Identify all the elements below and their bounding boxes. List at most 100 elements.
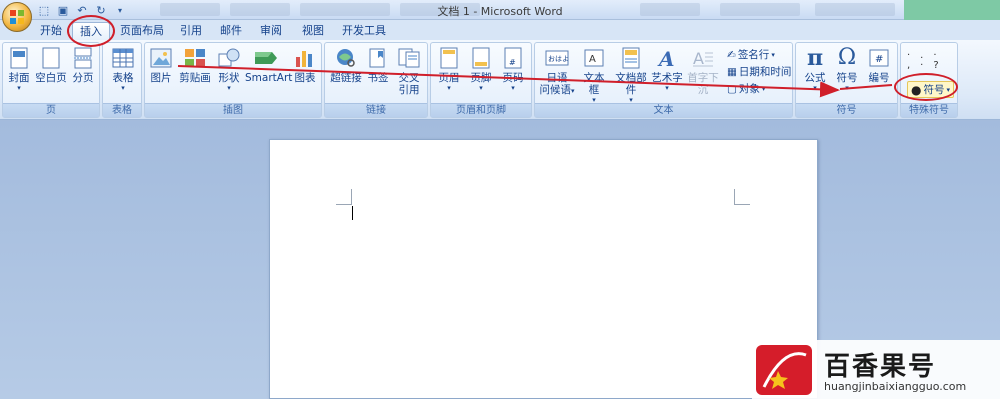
- watermark-logo-icon: [756, 345, 812, 395]
- text-cursor: [352, 206, 353, 220]
- window-title: 文档 1 - Microsoft Word: [437, 5, 563, 18]
- calendar-icon: ▦: [727, 65, 737, 78]
- group-text: おはよう 日语 问候语▾ A 文本框▾ 文档部件▾ A 艺术字▾ A 首字下沉 …: [534, 42, 793, 118]
- wordart-label: 艺术字: [651, 72, 683, 84]
- page-break-label: 分页: [72, 72, 94, 84]
- greeting-label-2: 问候语: [539, 84, 571, 96]
- drop-cap-button[interactable]: A 首字下沉: [683, 46, 723, 96]
- numbering-button[interactable]: # 编号: [864, 46, 894, 84]
- group-illustrations-label: 插图: [145, 103, 321, 117]
- bookmark-icon: [366, 46, 390, 70]
- greeting-button[interactable]: おはよう 日语 问候语▾: [537, 46, 577, 96]
- tab-view[interactable]: 视图: [296, 22, 330, 40]
- page-break-button[interactable]: 分页: [69, 46, 97, 84]
- date-time-button[interactable]: ▦ 日期和时间: [727, 64, 791, 79]
- svg-text:#: #: [875, 54, 883, 65]
- picture-button[interactable]: 图片: [148, 46, 174, 84]
- cross-reference-icon: [397, 46, 421, 70]
- title-bar: ⬚ ▣ ↶ ↻ ▾ 文档 1 - Microsoft Word: [0, 0, 1000, 20]
- svg-text:A: A: [589, 54, 596, 65]
- svg-text:#: #: [509, 58, 516, 67]
- ribbon-tabs: 开始 插入 页面布局 引用 邮件 审阅 视图 开发工具: [0, 20, 1000, 40]
- footer-button[interactable]: 页脚 ▾: [467, 46, 495, 92]
- drop-cap-label: 首字下沉: [687, 72, 719, 96]
- cover-page-button[interactable]: 封面 ▾: [5, 46, 33, 92]
- drop-cap-icon: A: [691, 46, 715, 70]
- blank-page-label: 空白页: [35, 72, 67, 84]
- group-symbols-label: 符号: [796, 103, 897, 117]
- page-number-label: 页码: [502, 72, 524, 84]
- chart-button[interactable]: 图表: [291, 46, 319, 84]
- blank-page-button[interactable]: 空白页: [35, 46, 67, 84]
- blank-page-icon: [39, 46, 63, 70]
- group-text-label: 文本: [535, 103, 792, 117]
- table-button[interactable]: 表格 ▾: [107, 46, 139, 92]
- symbol-button[interactable]: Ω 符号 ▾: [832, 45, 862, 93]
- crop-mark-right: [734, 189, 750, 205]
- clip-art-button[interactable]: 剪贴画: [178, 46, 212, 84]
- omega-icon: Ω: [837, 45, 857, 70]
- group-table: 表格 ▾ 表格: [102, 42, 142, 118]
- watermark-url: huangjinbaixiangguo.com: [824, 380, 967, 393]
- tab-home[interactable]: 开始: [34, 22, 68, 40]
- page-number-button[interactable]: # 页码 ▾: [499, 46, 527, 92]
- table-icon: [111, 46, 135, 70]
- object-button[interactable]: ▢ 对象 ▾: [727, 81, 765, 96]
- equation-label: 公式: [804, 72, 826, 84]
- cross-reference-button[interactable]: 交叉 引用: [393, 46, 425, 96]
- tab-references[interactable]: 引用: [174, 22, 208, 40]
- annotation-circle-symbol: [894, 73, 958, 101]
- quick-parts-icon: [619, 46, 643, 70]
- text-box-button[interactable]: A 文本框 ▾: [579, 46, 609, 104]
- bookmark-label: 书签: [367, 72, 389, 84]
- cover-page-icon: [7, 46, 31, 70]
- office-button[interactable]: [2, 2, 32, 32]
- greeting-icon: おはよう: [545, 46, 569, 70]
- hyperlink-button[interactable]: 超链接: [328, 46, 364, 84]
- crop-mark-left: [336, 189, 352, 205]
- header-icon: [437, 46, 461, 70]
- group-links: 超链接 书签 交叉 引用 链接: [324, 42, 428, 118]
- watermark: 百香果号 huangjinbaixiangguo.com: [752, 340, 1000, 399]
- signature-line-label: 签名行: [737, 49, 770, 61]
- date-time-label: 日期和时间: [738, 66, 792, 78]
- smartart-label: SmartArt: [245, 72, 293, 84]
- tab-review[interactable]: 审阅: [254, 22, 288, 40]
- cross-reference-label-2: 引用: [398, 84, 420, 96]
- group-symbols: π 公式 ▾ Ω 符号 ▾ # 编号 符号: [795, 42, 898, 118]
- object-icon: ▢: [727, 82, 737, 95]
- ribbon: 封面 ▾ 空白页 分页 页 表格 ▾ 表格 图片 剪贴画 形状 ▾ SmartA…: [0, 40, 1000, 120]
- bookmark-button[interactable]: 书签: [365, 46, 391, 84]
- header-button[interactable]: 页眉 ▾: [435, 46, 463, 92]
- numbering-icon: #: [867, 46, 891, 70]
- annotation-circle-insert-tab: [67, 15, 115, 47]
- tab-page-layout[interactable]: 页面布局: [116, 22, 168, 40]
- cross-reference-label-1: 交叉: [398, 72, 420, 84]
- smartart-button[interactable]: SmartArt: [245, 46, 292, 84]
- page-break-icon: [71, 46, 95, 70]
- chart-icon: [293, 46, 317, 70]
- svg-text:A: A: [657, 47, 675, 69]
- document-page[interactable]: [269, 139, 818, 399]
- signature-line-button[interactable]: ✍ 签名行 ▾: [727, 47, 775, 62]
- background-green-tab: [904, 0, 1000, 20]
- group-special-symbols-label: 特殊符号: [901, 103, 957, 117]
- group-table-label: 表格: [103, 103, 141, 117]
- group-links-label: 链接: [325, 103, 427, 117]
- quick-parts-button[interactable]: 文档部件 ▾: [611, 46, 651, 104]
- equation-button[interactable]: π 公式 ▾: [800, 46, 830, 92]
- tab-mailings[interactable]: 邮件: [214, 22, 248, 40]
- shapes-button[interactable]: 形状 ▾: [215, 46, 243, 92]
- object-label: 对象: [738, 83, 760, 95]
- text-box-label: 文本框: [583, 72, 605, 96]
- tab-developer[interactable]: 开发工具: [338, 22, 390, 40]
- watermark-name: 百香果号: [824, 352, 937, 382]
- group-page: 封面 ▾ 空白页 分页 页: [2, 42, 100, 118]
- office-logo-icon: [10, 10, 24, 24]
- footer-label: 页脚: [470, 72, 492, 84]
- symbol-label: 符号: [836, 72, 858, 84]
- footer-icon: [469, 46, 493, 70]
- symbol-preview-grid: ·.· ,·?: [907, 50, 949, 71]
- wordart-button[interactable]: A 艺术字 ▾: [651, 46, 683, 92]
- wordart-icon: A: [655, 46, 679, 70]
